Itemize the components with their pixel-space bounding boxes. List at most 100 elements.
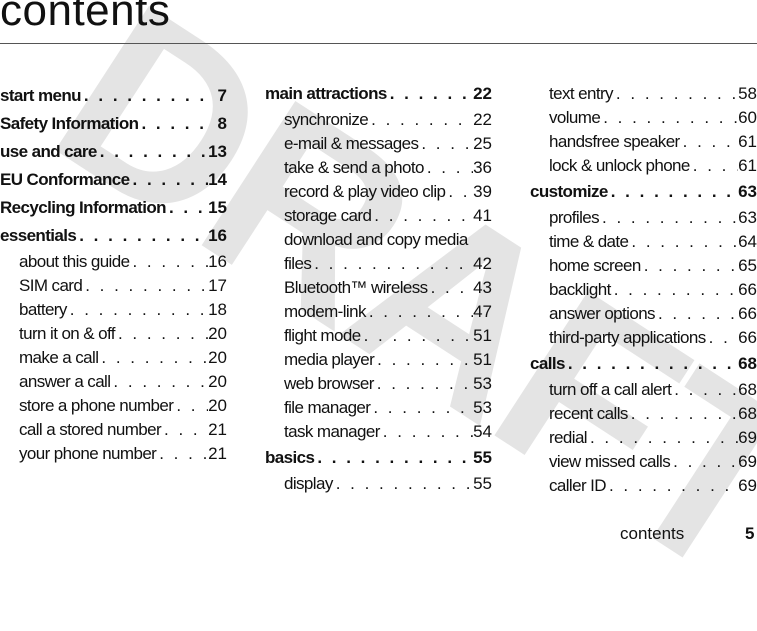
toc-page-number: 63 [738, 208, 757, 227]
toc-entry[interactable]: file manager 53 [265, 396, 492, 420]
toc-entry-label: e-mail & messages [284, 134, 419, 153]
toc-entry[interactable]: battery 18 [0, 298, 227, 322]
toc-page-number: 64 [738, 232, 757, 251]
dot-leader [445, 180, 473, 204]
dot-leader [628, 230, 738, 254]
toc-entry-label: record & play video clip [284, 182, 446, 201]
toc-page-number: 61 [738, 132, 757, 151]
toc-entry[interactable]: handsfree speaker 61 [530, 130, 757, 154]
dot-leader [613, 82, 738, 106]
toc-column-1: start menu 7 Safety Information 8 use and ca… [0, 82, 227, 466]
toc-entry[interactable]: lock & unlock phone 61 [530, 154, 757, 178]
toc-entry[interactable]: Bluetooth™ wireless 43 [265, 276, 492, 300]
toc-entry-label: make a call [19, 348, 99, 367]
toc-entry[interactable]: call a stored number 21 [0, 418, 227, 442]
toc-page-number: 20 [208, 396, 227, 415]
toc-chapter-entry[interactable]: essentials 16 [0, 222, 227, 250]
toc-entry[interactable]: time & date 64 [530, 230, 757, 254]
dot-leader [370, 396, 473, 420]
toc-entry-label: web browser [284, 374, 374, 393]
dot-leader [173, 394, 208, 418]
toc-entry[interactable]: task manager 54 [265, 420, 492, 444]
toc-entry[interactable]: media player 51 [265, 348, 492, 372]
toc-entry-label: files [284, 254, 312, 273]
toc-page-number: 51 [473, 350, 492, 369]
toc-entry[interactable]: recent calls 68 [530, 402, 757, 426]
dot-leader [161, 418, 208, 442]
toc-entry[interactable]: flight mode 51 [265, 324, 492, 348]
toc-page-number: 41 [473, 206, 492, 225]
toc-entry[interactable]: storage card 41 [265, 204, 492, 228]
toc-page-number: 55 [473, 448, 492, 467]
toc-entry-label: third-party applications [549, 328, 706, 347]
toc-entry-label: Recycling Information [0, 198, 167, 217]
toc-page-number: 14 [208, 170, 227, 189]
toc-page-number: 42 [473, 254, 492, 273]
toc-entry[interactable]: web browser 53 [265, 372, 492, 396]
toc-page-number: 68 [738, 354, 757, 373]
toc-chapter-entry[interactable]: basics 55 [265, 444, 492, 472]
toc-entry[interactable]: about this guide 16 [0, 250, 227, 274]
toc-page-number: 39 [473, 182, 492, 201]
toc-entry[interactable]: text entry 58 [530, 82, 757, 106]
toc-chapter-entry[interactable]: start menu 7 [0, 82, 227, 110]
dot-leader [97, 138, 208, 166]
dot-leader [166, 194, 208, 222]
toc-entry-label[interactable]: download and copy media [265, 228, 492, 252]
toc-page-number: 69 [738, 452, 757, 471]
dot-leader [67, 298, 208, 322]
toc-entry[interactable]: redial 69 [530, 426, 757, 450]
toc-entry[interactable]: turn off a call alert 68 [530, 378, 757, 402]
toc-entry-label: lock & unlock phone [549, 156, 690, 175]
toc-entry-label: task manager [284, 422, 380, 441]
toc-page-number: 69 [738, 428, 757, 447]
toc-entry-label: use and care [0, 142, 97, 161]
toc-chapter-entry[interactable]: Recycling Information 15 [0, 194, 227, 222]
footer-page-number: 5 [745, 524, 755, 543]
toc-chapter-entry[interactable]: use and care 13 [0, 138, 227, 166]
toc-entry[interactable]: your phone number 21 [0, 442, 227, 466]
toc-entry[interactable]: answer options 66 [530, 302, 757, 326]
toc-page-number: 15 [208, 198, 227, 217]
toc-entry[interactable]: SIM card 17 [0, 274, 227, 298]
toc-entry[interactable]: turn it on & off 20 [0, 322, 227, 346]
toc-entry-label: take & send a photo [284, 158, 424, 177]
toc-entry[interactable]: synchronize 22 [265, 108, 492, 132]
toc-page-number: 20 [208, 348, 227, 367]
toc-entry[interactable]: record & play video clip 39 [265, 180, 492, 204]
toc-entry[interactable]: make a call 20 [0, 346, 227, 370]
toc-entry-label: turn it on & off [19, 324, 116, 343]
toc-chapter-entry[interactable]: Safety Information 8 [0, 110, 227, 138]
toc-page-number: 61 [738, 156, 757, 175]
dot-leader [156, 442, 208, 466]
toc-entry-label: view missed calls [549, 452, 671, 471]
toc-entry[interactable]: profiles 63 [530, 206, 757, 230]
toc-page-number: 68 [738, 380, 757, 399]
toc-entry[interactable]: volume 60 [530, 106, 757, 130]
toc-chapter-entry[interactable]: customize 63 [530, 178, 757, 206]
toc-entry-label: SIM card [19, 276, 83, 295]
toc-entry[interactable]: third-party applications 66 [530, 326, 757, 350]
toc-entry[interactable]: home screen 65 [530, 254, 757, 278]
toc-entry[interactable]: store a phone number 20 [0, 394, 227, 418]
dot-leader [565, 350, 738, 378]
toc-entry[interactable]: caller ID 69 [530, 474, 757, 498]
toc-entry[interactable]: view missed calls 69 [530, 450, 757, 474]
dot-leader [424, 156, 473, 180]
toc-entry[interactable]: take & send a photo 36 [265, 156, 492, 180]
toc-chapter-entry[interactable]: main attractions 22 [265, 80, 492, 108]
toc-entry-label: answer a call [19, 372, 111, 391]
toc-entry[interactable]: backlight 66 [530, 278, 757, 302]
dot-leader [671, 378, 738, 402]
toc-entry[interactable]: answer a call 20 [0, 370, 227, 394]
toc-chapter-entry[interactable]: EU Conformance 14 [0, 166, 227, 194]
toc-entry[interactable]: modem-link 47 [265, 300, 492, 324]
toc-entry-label: battery [19, 300, 67, 319]
toc-page-number: 51 [473, 326, 492, 345]
toc-page-number: 7 [217, 86, 227, 105]
toc-chapter-entry[interactable]: calls 68 [530, 350, 757, 378]
toc-entry[interactable]: e-mail & messages 25 [265, 132, 492, 156]
toc-entry[interactable]: files 42 [265, 252, 492, 276]
toc-entry-label: modem-link [284, 302, 366, 321]
toc-entry[interactable]: display 55 [265, 472, 492, 496]
